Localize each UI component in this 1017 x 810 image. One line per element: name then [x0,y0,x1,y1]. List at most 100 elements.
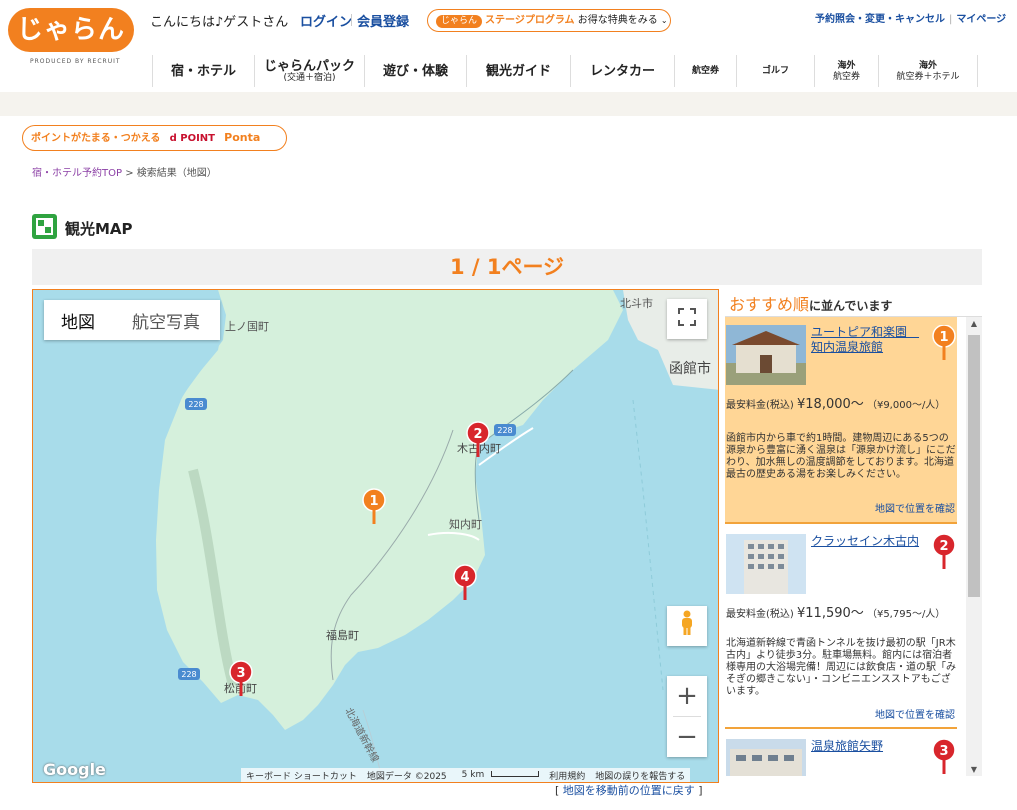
scroll-up-icon[interactable]: ▲ [966,317,982,331]
pin-label: 4 [460,570,469,585]
header-band [0,92,1017,116]
hotel-item-2[interactable]: クラッセイン木古内 2 最安料金(税込) ¥11,590〜 （¥5,795〜/人… [725,526,957,729]
keyboard-shortcuts-link[interactable]: キーボード ショートカット [241,769,362,782]
zoom-control: + − [667,676,707,757]
scale-bar [491,771,540,777]
nav-intl-flights[interactable]: 海外 航空券 [814,55,878,87]
hotel-description: 北海道新幹線で青函トンネルを抜け最初の駅「JR木古内」より徒歩3分。駐車場無料。… [726,638,956,697]
main-nav: 宿・ホテル じゃらんパック (交通＋宿泊) 遊び・体験 観光ガイド レンタカー 航… [152,55,978,87]
logo-subtext: PRODUCED BY RECRUIT [30,58,121,65]
bracket-open: [ [555,784,560,797]
rank-label: 3 [939,744,948,759]
nav-rental-car[interactable]: レンタカー [570,55,674,87]
scrollbar-thumb[interactable] [968,335,980,597]
map-data-credit: 地図データ ©2025 [366,771,447,782]
hotel-list-panel: おすすめ順に並んでいます ユートピア和楽園 知内温泉旅館 1 最安料金(税込) … [725,289,982,779]
scroll-down-icon[interactable]: ▼ [966,763,982,776]
street-view-button[interactable] [667,606,707,646]
list-heading: おすすめ順に並んでいます [729,291,892,315]
site-header: じゃらん PRODUCED BY RECRUIT こんにちは♪ゲストさん ログイ… [0,0,1017,92]
breadcrumb-current: 検索結果（地図） [136,168,217,179]
map-reset-link-wrap: [ 地図を移動前の位置に戻す ] [555,782,703,798]
nav-intl-flight-hotel[interactable]: 海外 航空券＋ホテル [878,55,978,87]
breadcrumb-separator: > [125,168,134,179]
pin-label: 1 [369,494,378,509]
nav-guide[interactable]: 観光ガイド [466,55,570,87]
nav-label: レンタカー [589,63,655,79]
sort-order-label: おすすめ順 [729,295,810,314]
terms-link[interactable]: 利用規約 [544,769,590,782]
hotel-thumbnail[interactable] [726,739,806,776]
scale-label: 5 km [461,770,485,780]
top-links: 予約照会・変更・キャンセル | マイページ [815,10,1006,25]
route-label: 228 [188,400,203,409]
price-label: 最安料金(税込) [726,400,794,411]
stage-program-button[interactable]: じゃらん ステージプログラム お得な特典をみる ⌄ [427,9,671,32]
fullscreen-icon [678,307,696,332]
mypage-link[interactable]: マイページ [956,14,1006,25]
ponta-logo: Ponta [224,131,261,144]
fullscreen-button[interactable] [667,299,707,339]
dpoint-logo: d POINT [169,133,215,144]
place-label: 北斗市 [620,296,653,310]
header-divider [351,14,352,26]
map-attribution: キーボード ショートカット 地図データ ©2025 5 km 利用規約 地図の誤… [241,768,691,782]
reservation-link[interactable]: 予約照会・変更・キャンセル [815,14,945,25]
hotel-thumbnail[interactable] [726,325,806,385]
pin-label: 3 [236,666,245,681]
jalan-logo[interactable]: じゃらん [8,8,134,52]
breadcrumb: 宿・ホテル予約TOP > 検索結果（地図） [32,164,217,179]
report-error-link[interactable]: 地図の誤りを報告する [590,769,690,782]
locate-on-map-link[interactable]: 地図で位置を確認 [875,706,955,721]
rank-badge-2: 2 [932,533,956,574]
price-label: 最安料金(税込) [726,609,794,620]
map-icon [32,214,57,239]
nav-flights[interactable]: 航空券 [674,55,736,87]
map-type-control: 地図 航空写真 [44,300,220,340]
top-link-divider: | [949,14,953,25]
chevron-down-icon: ⌄ [660,16,668,25]
pegman-icon [679,610,695,642]
hotel-list[interactable]: ユートピア和楽園 知内温泉旅館 1 最安料金(税込) ¥18,000〜 （¥9,… [725,316,982,776]
rank-badge-3: 3 [932,738,956,776]
page-title: 観光MAP [65,220,133,238]
login-link[interactable]: ログイン [300,11,352,30]
zoom-out-button[interactable]: − [667,717,707,757]
map-scale[interactable]: 5 km [452,770,545,780]
route-label: 228 [497,426,512,435]
hotel-name-link[interactable]: ユートピア和楽園 知内温泉旅館 [811,325,921,355]
hotel-name-link[interactable]: 温泉旅館矢野 [811,739,921,754]
sort-order-suffix: に並んでいます [809,299,893,313]
map-canvas[interactable]: 228 228 228 上ノ国町 北斗市 函館市 木古内町 知内町 福島町 松前… [33,290,719,783]
stage-title: ステージプログラム [485,15,575,26]
map-container[interactable]: 228 228 228 上ノ国町 北斗市 函館市 木古内町 知内町 福島町 松前… [32,289,719,783]
register-link[interactable]: 会員登録 [357,11,409,30]
nav-hotel[interactable]: 宿・ホテル [152,55,254,87]
hotel-thumbnail[interactable] [726,534,806,594]
hotel-item-1[interactable]: ユートピア和楽園 知内温泉旅館 1 最安料金(税込) ¥18,000〜 （¥9,… [725,317,957,524]
hotel-price: 最安料金(税込) ¥18,000〜 （¥9,000〜/人） [726,398,956,413]
map-reset-link[interactable]: 地図を移動前の位置に戻す [563,784,695,797]
pagination-bar: 1 / 1ページ [32,249,982,285]
place-label: 上ノ国町 [225,320,269,333]
points-text: ポイントがたまる・つかえる [31,133,161,144]
locate-on-map-link[interactable]: 地図で位置を確認 [875,500,955,515]
map-type-aerial-button[interactable]: 航空写真 [112,300,220,340]
stage-logo: じゃらん [436,15,483,28]
nav-label: 宿・ホテル [170,63,236,79]
nav-label: 遊び・体験 [382,63,448,79]
breadcrumb-top-link[interactable]: 宿・ホテル予約TOP [32,168,122,179]
hotel-item-3[interactable]: 温泉旅館矢野 3 [725,731,957,776]
rank-label: 2 [939,539,948,554]
nav-label: じゃらんパック [263,58,355,74]
nav-sublabel: 航空券 [832,71,860,82]
nav-label: ゴルフ [761,65,789,76]
hotel-name-link[interactable]: クラッセイン木古内 [811,534,921,549]
map-type-map-button[interactable]: 地図 [44,300,112,340]
nav-activities[interactable]: 遊び・体験 [364,55,466,87]
points-badge[interactable]: ポイントがたまる・つかえる d POINT Ponta [22,125,287,151]
nav-label: 海外 [837,60,856,71]
zoom-in-button[interactable]: + [667,676,707,716]
nav-jalan-pack[interactable]: じゃらんパック (交通＋宿泊) [254,55,364,87]
nav-golf[interactable]: ゴルフ [736,55,814,87]
